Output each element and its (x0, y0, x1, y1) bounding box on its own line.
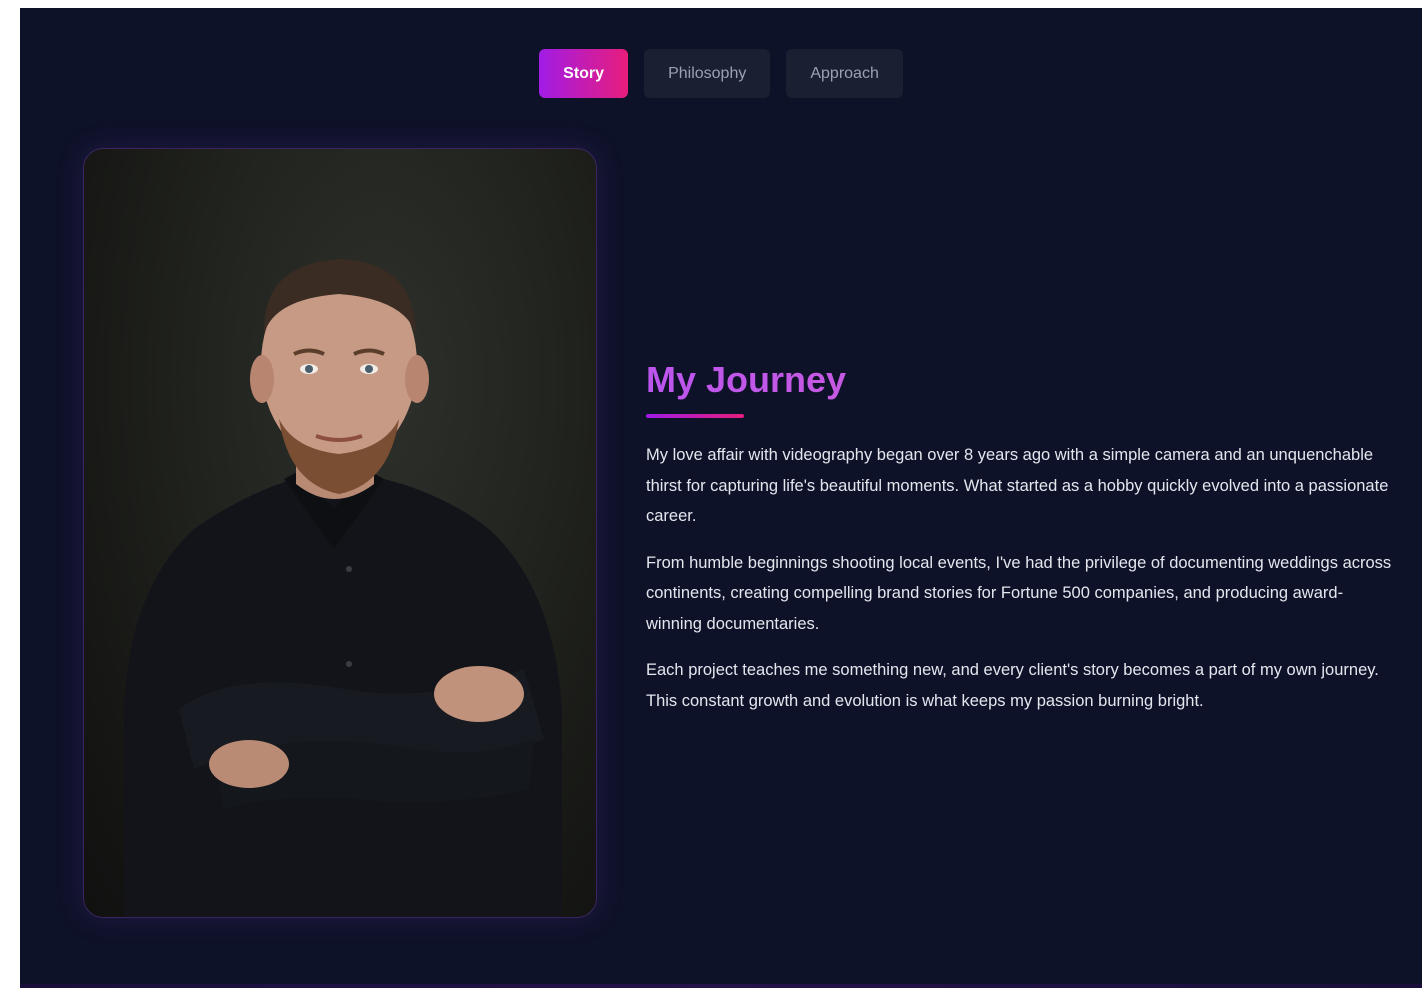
portrait-image (124, 259, 562, 917)
heading-underline (646, 414, 744, 418)
tab-story[interactable]: Story (539, 49, 629, 98)
tab-philosophy[interactable]: Philosophy (644, 49, 771, 98)
story-paragraph-1: My love affair with videography began ov… (646, 446, 1389, 525)
portrait-photo (83, 148, 597, 918)
about-section: Story Philosophy Approach My Journey My … (20, 8, 1422, 988)
story-heading: My Journey (646, 358, 1396, 402)
story-content: My Journey My love affair with videograp… (646, 358, 1396, 732)
tab-approach[interactable]: Approach (786, 49, 903, 98)
tab-bar: Story Philosophy Approach (20, 49, 1422, 98)
story-paragraph-2: From humble beginnings shooting local ev… (646, 553, 1392, 633)
story-paragraph-3: Each project teaches me something new, a… (646, 661, 1379, 710)
